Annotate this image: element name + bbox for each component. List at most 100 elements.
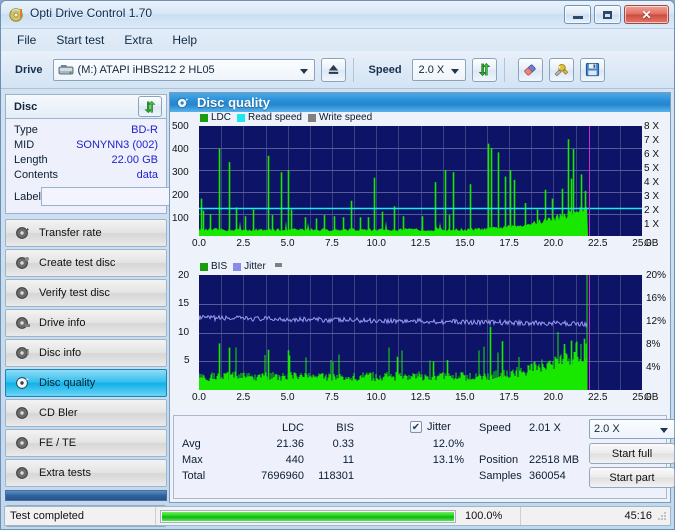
drive-info-icon xyxy=(16,317,30,329)
disc-value: 22.00 GB xyxy=(111,154,158,166)
xtick-label: 17.5 xyxy=(499,238,519,249)
sidebar-item-extra-tests[interactable]: Extra tests xyxy=(5,459,167,487)
xtick-label: 0.0 xyxy=(192,392,206,403)
jitter-checkbox[interactable]: ✔ xyxy=(410,421,422,433)
results-header-bis: BIS xyxy=(336,422,354,434)
refresh-button[interactable] xyxy=(471,57,497,82)
xtick-label: 22.5 xyxy=(587,238,608,249)
menu-item-help[interactable]: Help xyxy=(163,31,206,49)
sidebar-item-drive-info[interactable]: Drive info xyxy=(5,309,167,337)
ldc-y2tick-8x: 8 X xyxy=(644,121,660,132)
results-row-avg-ldc: 21.36 xyxy=(276,438,304,450)
start-full-button[interactable]: Start full xyxy=(589,443,675,464)
left-sidebar: Disc Type BD-R MID SONYNN3 (002) Length … xyxy=(5,94,212,527)
xtick-label: 22.5 xyxy=(587,392,608,403)
test-speed-select[interactable]: 2.0 X xyxy=(589,419,675,439)
resize-grip-icon[interactable] xyxy=(657,511,667,521)
status-message: Test completed xyxy=(10,510,84,522)
xtick-label: 7.5 xyxy=(324,392,339,403)
xtick-label: 5.0 xyxy=(280,392,295,403)
bis-y2tick-8pct: 8% xyxy=(646,339,661,350)
start-part-button[interactable]: Start part xyxy=(589,467,675,488)
save-button[interactable] xyxy=(579,57,605,82)
content-area: Disc Type BD-R MID SONYNN3 (002) Length … xyxy=(1,90,675,527)
results-row-avg-jitter: 12.0% xyxy=(432,438,464,450)
ldc-ytick-200: 200 xyxy=(172,190,189,201)
speed-select[interactable]: 2.0 X xyxy=(411,58,466,81)
samples-caption: Samples xyxy=(479,470,522,482)
speed-label: Speed xyxy=(368,63,402,76)
ldc-chart: LDC Read speed Write speed 500 400 300 2… xyxy=(170,112,675,255)
menu-item-file[interactable]: File xyxy=(8,31,45,49)
sidebar-item-create-test-disc[interactable]: Create test disc xyxy=(5,249,167,277)
eject-button[interactable] xyxy=(320,57,346,82)
speed-caption: Speed xyxy=(479,422,511,434)
sidebar-item-disc-info[interactable]: Disc info xyxy=(5,339,167,367)
menu-item-extra[interactable]: Extra xyxy=(115,31,161,49)
disc-quality-panel: Disc quality LDC Read speed Write speed … xyxy=(169,92,675,503)
ldc-ytick-500: 500 xyxy=(172,121,189,132)
menu-bar: File Start test Extra Help xyxy=(1,29,674,51)
window-controls: ✕ xyxy=(564,5,669,24)
ldc-ytick-100: 100 xyxy=(172,213,189,224)
drive-select[interactable]: (M:) ATAPI iHBS212 2 HL05 xyxy=(52,58,315,81)
ldc-y2tick-6x: 6 X xyxy=(644,149,660,160)
maximize-icon xyxy=(603,10,612,19)
bis-ytick-5: 5 xyxy=(184,355,190,366)
ldc-xaxis: 0.0 2.5 5.0 7.5 10.0 12.5 15.0 17.5 20.0 22.5 25.0… xyxy=(170,238,675,252)
sidebar-item-fe-te[interactable]: FE / TE xyxy=(5,429,167,457)
toolbar-separator-1 xyxy=(352,57,354,82)
minimize-button[interactable] xyxy=(564,5,591,24)
legend-swatch-read-speed xyxy=(237,113,246,122)
disc-label-row: Label xyxy=(14,186,212,207)
xtick-label: 2.5 xyxy=(236,392,251,403)
eject-icon xyxy=(328,64,338,74)
sidebar-item-verify-test-disc[interactable]: Verify test disc xyxy=(5,279,167,307)
bis-y2tick-16pct: 16% xyxy=(646,293,667,304)
disc-key: Type xyxy=(14,124,38,136)
disc-value: data xyxy=(136,169,158,181)
bis-plot-area[interactable] xyxy=(199,275,642,390)
sidebar-item-transfer-rate[interactable]: Transfer rate xyxy=(5,219,167,247)
sidebar-item-label: Drive info xyxy=(39,317,86,329)
ldc-plot-area[interactable] xyxy=(199,126,642,236)
ldc-y2tick-1x: 1 X xyxy=(644,219,660,230)
bis-ytick-10: 10 xyxy=(178,327,190,338)
disc-key: Length xyxy=(14,154,48,166)
chevron-down-icon xyxy=(450,68,459,74)
tools-button[interactable] xyxy=(548,57,574,82)
close-icon: ✕ xyxy=(641,7,652,22)
xaxis-unit: GB xyxy=(644,238,659,249)
speed-readout: 2.01 X xyxy=(529,422,561,434)
xtick-label: 5.0 xyxy=(280,238,295,249)
disc-verify-icon xyxy=(16,287,28,299)
eraser-button[interactable] xyxy=(517,57,543,82)
sidebar-item-cd-bler[interactable]: CD Bler xyxy=(5,399,167,427)
maximize-button[interactable] xyxy=(594,5,621,24)
legend-label-read-speed: Read speed xyxy=(248,112,302,123)
sidebar-item-label: Disc quality xyxy=(39,377,96,389)
jitter-checkbox-wrap[interactable]: ✔ Jitter xyxy=(410,421,451,433)
results-row-max-bis: 11 xyxy=(342,454,354,466)
close-button[interactable]: ✕ xyxy=(624,5,669,24)
menu-item-start-test[interactable]: Start test xyxy=(47,31,113,49)
legend-swatch-bis xyxy=(200,262,208,271)
bis-jitter-chart: BIS Jitter 20 15 10 5 20% 16% 12% 8% 4% … xyxy=(170,261,675,413)
bis-chart-legend: BIS Jitter xyxy=(200,261,282,272)
disc-refresh-button[interactable] xyxy=(138,96,162,117)
ldc-y2tick-3x: 3 X xyxy=(644,191,660,202)
sidebar-item-label: Verify test disc xyxy=(39,287,110,299)
bis-y2tick-12pct: 12% xyxy=(646,316,667,327)
sidebar-item-disc-quality[interactable]: Disc quality xyxy=(5,369,167,397)
disc-extra-icon xyxy=(16,467,28,479)
xtick-label: 20.0 xyxy=(543,238,564,249)
progress-percent: 100.0% xyxy=(465,510,503,522)
results-row-total-ldc: 7696960 xyxy=(261,470,304,482)
ldc-y2tick-2x: 2 X xyxy=(644,205,660,216)
ldc-y2tick-7x: 7 X xyxy=(644,135,660,146)
legend-label-bis: BIS xyxy=(211,261,228,272)
legend-swatch-extra xyxy=(274,262,282,267)
disc-value: SONYNN3 (002) xyxy=(76,139,158,151)
save-icon xyxy=(585,62,599,77)
xtick-label: 10.0 xyxy=(366,238,386,249)
